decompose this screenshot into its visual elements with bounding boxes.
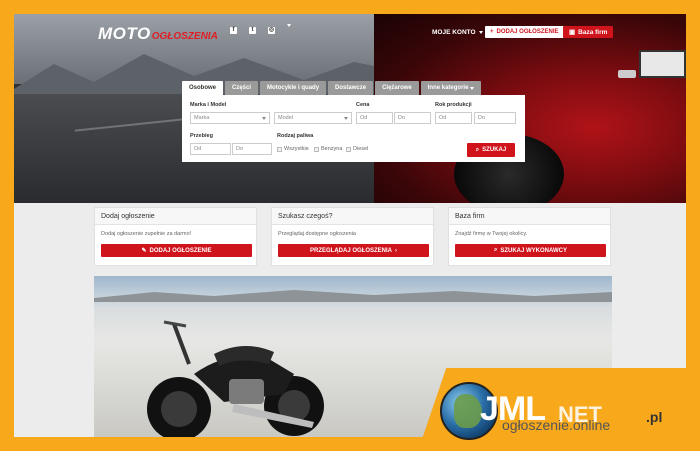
chevron-down-icon	[287, 24, 291, 33]
mileage-to-input[interactable]: Do	[232, 143, 272, 155]
account-menu[interactable]: MOJE KONTO	[432, 29, 483, 36]
tab-czesci[interactable]: Części	[225, 81, 259, 95]
fuel-all-label: Wszystkie	[284, 146, 309, 152]
checkbox-icon	[277, 146, 282, 152]
brand-model-label: Marka i Model	[190, 102, 227, 108]
chevron-down-icon	[478, 31, 483, 34]
chevron-down-icon	[344, 117, 348, 120]
card-title: Szukasz czegoś?	[272, 208, 433, 225]
globe-land	[454, 394, 482, 428]
fuel-petrol-checkbox[interactable]: Benzyna	[314, 146, 342, 152]
card-add-listing-button[interactable]: ✎ DODAJ OGŁOSZENIE	[101, 244, 252, 257]
fuel-label: Rodzaj paliwa	[277, 133, 314, 139]
companies-label: Baza firm	[578, 28, 608, 36]
model-select[interactable]: Model	[274, 112, 352, 124]
social-links: f t ◎	[230, 24, 291, 34]
price-to-input[interactable]: Do	[394, 112, 431, 124]
chevron-right-icon: ›	[395, 247, 397, 254]
watermark-sub-main: ogłoszenie	[502, 417, 569, 433]
facebook-icon[interactable]: f	[230, 27, 237, 34]
motorcycle-image	[147, 320, 324, 437]
mileage-label: Przebieg	[190, 133, 213, 139]
card-companies: Baza firm Znajdź firmę w Twojej okolicy.…	[448, 207, 611, 266]
language-switcher[interactable]	[287, 24, 291, 34]
card-add-listing: Dodaj ogłoszenie Dodaj ogłoszenie zupełn…	[94, 207, 257, 266]
watermark-pl: .pl	[646, 409, 663, 425]
checkbox-icon	[346, 146, 351, 152]
price-label: Cena	[356, 102, 370, 108]
card-text: Przeglądaj dostępne ogłoszenia	[278, 231, 356, 237]
tab-dostawcze[interactable]: Dostawcze	[328, 81, 374, 95]
edit-icon: ✎	[141, 248, 147, 254]
tab-inne-kategorie[interactable]: Inne kategorie	[420, 81, 482, 95]
brand-select-value: Marka	[194, 115, 210, 121]
model-select-value: Model	[278, 115, 293, 121]
card-title: Dodaj ogłoszenie	[95, 208, 256, 225]
card-button-label: DODAJ OGŁOSZENIE	[149, 247, 212, 254]
site-logo[interactable]: MOTO OGŁOSZENIA	[98, 24, 218, 44]
card-text: Znajdź firmę w Twojej okolicy.	[455, 231, 528, 237]
logo-sub: OGŁOSZENIA	[151, 31, 218, 42]
tab-osobowe[interactable]: Osobowe	[182, 81, 224, 95]
hero-banner: MOTO OGŁOSZENIA f t ◎ MOJE KONTO + DODAJ…	[14, 14, 686, 203]
watermark-sub-suffix: .online	[568, 417, 611, 433]
brand-select[interactable]: Marka	[190, 112, 270, 124]
year-label: Rok produkcji	[435, 102, 472, 108]
card-browse-button[interactable]: PRZEGLĄDAJ OGŁOSZENIA ›	[278, 244, 429, 257]
card-title: Baza firm	[449, 208, 610, 225]
hero-car-plate	[639, 50, 686, 78]
search-panel: Marka i Model Marka Model Cena Od Do Rok…	[182, 95, 525, 162]
tab-ciezarowe[interactable]: Ciężarowe	[375, 81, 419, 95]
logo-main: MOTO	[98, 24, 151, 43]
tab-motocykle[interactable]: Motocykle i quady	[260, 81, 327, 95]
hero-car-badge	[618, 70, 636, 78]
price-from-input[interactable]: Od	[356, 112, 393, 124]
mileage-from-input[interactable]: Od	[190, 143, 231, 155]
search-button-label: SZUKAJ	[482, 147, 507, 153]
card-browse: Szukasz czegoś? Przeglądaj dostępne ogło…	[271, 207, 434, 266]
briefcase-icon: ▣	[569, 29, 576, 36]
year-from-input[interactable]: Od	[435, 112, 472, 124]
account-label: MOJE KONTO	[432, 29, 476, 36]
fuel-diesel-label: Diesel	[353, 146, 369, 152]
chevron-down-icon	[470, 86, 475, 90]
tab-inne-label: Inne kategorie	[427, 85, 469, 91]
card-button-label: PRZEGLĄDAJ OGŁOSZENIA	[309, 247, 392, 254]
add-listing-label: DODAJ OGŁOSZENIE	[496, 29, 559, 35]
card-button-label: SZUKAJ WYKONAWCY	[500, 247, 568, 254]
checkbox-icon	[314, 146, 319, 152]
search-icon: ⌕	[475, 146, 480, 153]
watermark-sub: ogłoszenie.online	[502, 417, 610, 433]
search-button[interactable]: ⌕ SZUKAJ	[467, 143, 515, 157]
fuel-petrol-label: Benzyna	[321, 146, 343, 152]
year-to-input[interactable]: Do	[474, 112, 516, 124]
companies-button[interactable]: ▣ Baza firm	[563, 26, 614, 38]
card-text: Dodaj ogłoszenie zupełnie za darmo!	[101, 231, 192, 237]
plus-icon: +	[490, 29, 494, 35]
twitter-icon[interactable]: t	[249, 27, 256, 34]
fuel-all-checkbox[interactable]: Wszystkie	[277, 146, 309, 152]
card-companies-button[interactable]: ⌕ SZUKAJ WYKONAWCY	[455, 244, 606, 257]
instagram-icon[interactable]: ◎	[268, 27, 275, 34]
add-listing-button[interactable]: + DODAJ OGŁOSZENIE	[485, 26, 564, 38]
chevron-down-icon	[262, 117, 266, 120]
search-icon: ⌕	[493, 247, 498, 253]
search-tabs: Osobowe Części Motocykle i quady Dostawc…	[182, 81, 482, 95]
fuel-diesel-checkbox[interactable]: Diesel	[346, 146, 368, 152]
